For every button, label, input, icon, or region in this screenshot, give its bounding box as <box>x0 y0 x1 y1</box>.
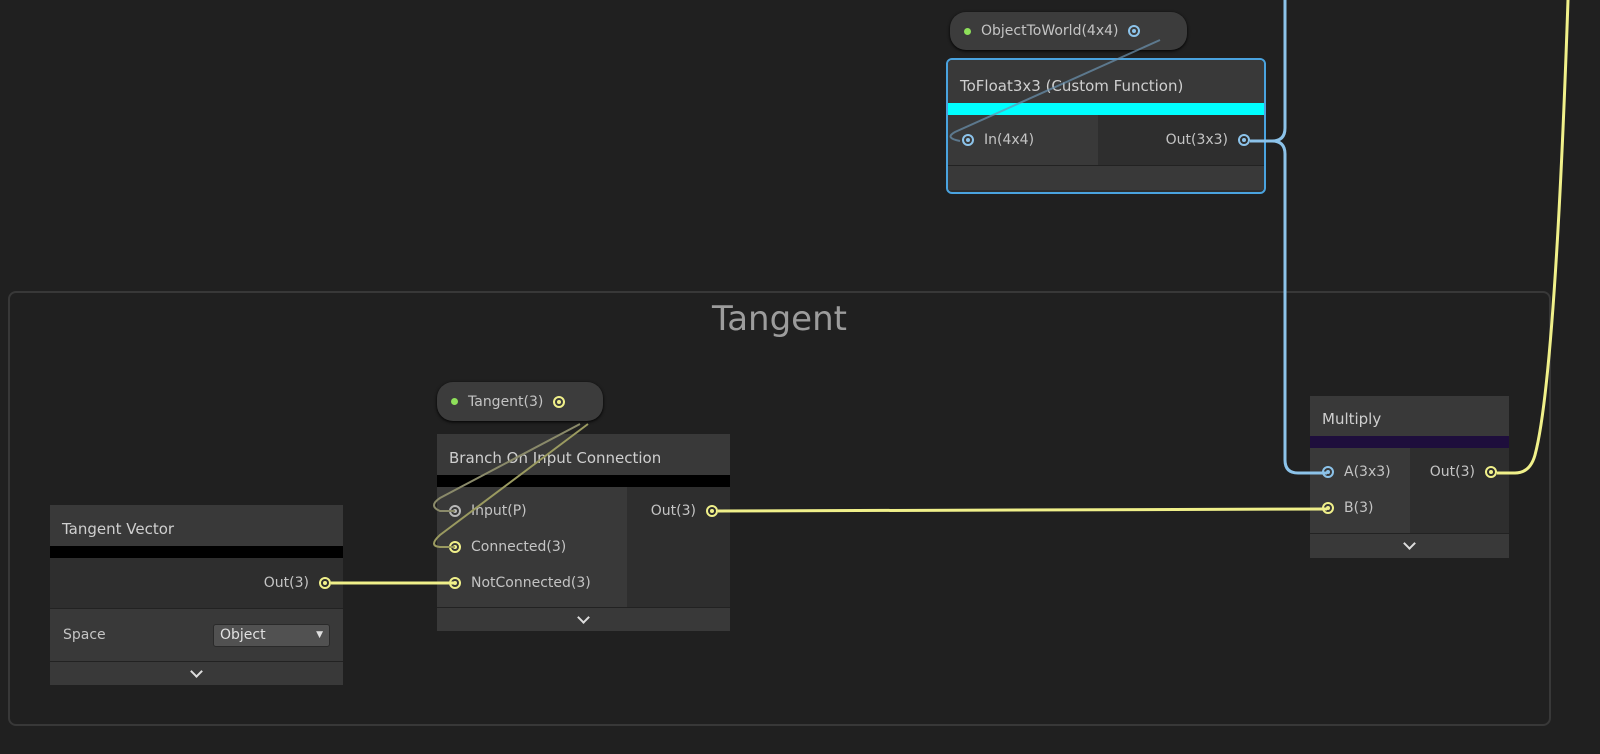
output-port[interactable] <box>553 395 566 408</box>
dropdown-arrow-icon: ▼ <box>316 630 323 640</box>
input-connected[interactable]: Connected(3) <box>449 529 627 565</box>
output-out[interactable]: Out(3) <box>50 558 343 608</box>
port-label: Connected(3) <box>471 539 567 555</box>
output-out[interactable]: Out(3x3) <box>1098 115 1264 165</box>
port-label: Out(3) <box>263 575 309 591</box>
expand-button[interactable] <box>1310 533 1509 558</box>
node-tangent-vector[interactable]: Tangent Vector Out(3) Space Object ▼ <box>50 505 343 685</box>
dropdown-value: Object <box>220 627 266 643</box>
node-accent-bar <box>1310 436 1509 448</box>
node-branch-on-input-connection[interactable]: Branch On Input Connection Input(P) Conn… <box>437 434 730 631</box>
output-port[interactable] <box>706 505 718 517</box>
expand-button[interactable] <box>437 607 730 631</box>
input-port[interactable] <box>449 577 461 589</box>
input-port[interactable] <box>1322 502 1334 514</box>
node-title: Multiply <box>1310 396 1509 436</box>
port-label: Out(3) <box>650 503 696 519</box>
input-port[interactable] <box>449 505 461 517</box>
node-accent-bar <box>50 546 343 558</box>
input-input[interactable]: Input(P) <box>449 493 627 529</box>
port-label: A(3x3) <box>1344 464 1391 480</box>
property-tangent[interactable]: Tangent(3) <box>437 382 603 421</box>
input-port[interactable] <box>962 134 974 146</box>
exposed-dot-icon <box>964 27 971 35</box>
space-row: Space Object ▼ <box>50 608 343 661</box>
output-port[interactable] <box>1128 25 1141 37</box>
chevron-down-icon <box>1403 537 1416 550</box>
input-port[interactable] <box>1322 466 1334 478</box>
port-label: In(4x4) <box>984 132 1035 148</box>
property-object-to-world[interactable]: ObjectToWorld(4x4) <box>950 12 1187 50</box>
input-port[interactable] <box>449 541 461 553</box>
chevron-down-icon <box>577 610 590 624</box>
port-label: Out(3x3) <box>1165 132 1228 148</box>
output-out[interactable]: Out(3) <box>627 493 718 529</box>
property-label: Tangent(3) <box>468 393 544 410</box>
space-label: Space <box>63 627 106 643</box>
node-title: ToFloat3x3 (Custom Function) <box>948 60 1264 103</box>
chevron-down-icon <box>190 664 203 678</box>
space-dropdown[interactable]: Object ▼ <box>213 623 330 647</box>
node-footer <box>948 165 1264 190</box>
exposed-dot-icon <box>451 398 458 405</box>
node-title: Branch On Input Connection <box>437 434 730 475</box>
group-title: Tangent <box>712 299 847 339</box>
node-title: Tangent Vector <box>50 505 343 546</box>
port-label: NotConnected(3) <box>471 575 591 591</box>
node-tofloat3x3[interactable]: ToFloat3x3 (Custom Function) In(4x4) Out… <box>946 58 1266 194</box>
output-port[interactable] <box>319 577 331 589</box>
input-b[interactable]: B(3) <box>1322 490 1410 526</box>
output-port[interactable] <box>1485 466 1497 478</box>
node-inputs: Input(P) Connected(3) NotConnected(3) <box>437 487 627 607</box>
output-out[interactable]: Out(3) <box>1410 454 1497 490</box>
node-accent-bar <box>437 475 730 487</box>
input-notconnected[interactable]: NotConnected(3) <box>449 565 627 601</box>
port-label: B(3) <box>1344 500 1374 516</box>
node-multiply[interactable]: Multiply A(3x3) B(3) Out(3) <box>1310 396 1509 558</box>
output-port[interactable] <box>1238 134 1250 146</box>
input-a[interactable]: A(3x3) <box>1322 454 1410 490</box>
expand-button[interactable] <box>50 661 343 685</box>
port-label: Input(P) <box>471 503 527 519</box>
property-label: ObjectToWorld(4x4) <box>981 23 1119 39</box>
node-accent-bar <box>948 103 1264 115</box>
input-in[interactable]: In(4x4) <box>948 115 1098 165</box>
port-label: Out(3) <box>1429 464 1475 480</box>
